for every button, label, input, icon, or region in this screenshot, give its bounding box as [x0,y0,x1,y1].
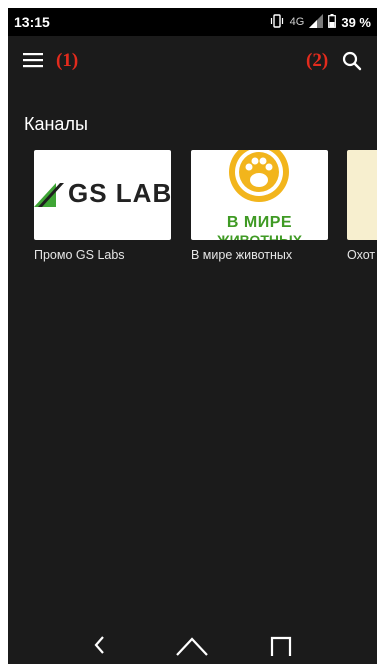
back-button[interactable] [92,634,108,661]
animals-logo-text-2: ЖИВОТНЫХ [216,232,303,240]
battery-icon [328,13,337,31]
battery-level: 39 % [341,14,371,30]
hamburger-icon [22,53,44,74]
search-marker-label: (2) [306,50,329,71]
channel-card-gs-labs[interactable]: GS LABS Промо GS Labs [34,150,171,262]
section-title: Каналы [24,114,88,134]
menu-marker-label: (1) [56,50,79,71]
channel-label: Охот [347,248,376,262]
home-icon [175,637,209,660]
status-indicators: 4G 39 % [269,13,371,31]
app-screen: 13:15 4G 39 % (1) (2) Каналы GS LAB Пром… [8,8,377,664]
status-time: 13:15 [14,14,50,30]
search-button[interactable] [341,50,365,74]
channel-card-animals[interactable]: В МИРЕ ЖИВОТНЫХ В мире животных [191,150,328,262]
channel-label: Промо GS Labs [34,248,125,262]
channel-thumbnail [347,150,377,240]
channel-card-hunting[interactable]: Охот [347,150,377,262]
recents-icon [270,636,292,660]
channel-thumbnail: GS LABS [34,150,171,240]
search-icon [341,51,363,76]
signal-icon [309,13,324,31]
vibrate-icon [269,13,285,31]
channels-carousel[interactable]: GS LABS Промо GS Labs [8,150,377,280]
network-type: 4G [289,16,305,28]
status-bar: 13:15 4G 39 % [8,8,377,36]
channel-label: В мире животных [191,248,293,262]
system-nav-bar [8,624,377,664]
animals-logo-text: В МИРЕ [226,214,293,231]
channel-thumbnail: В МИРЕ ЖИВОТНЫХ [191,150,328,240]
app-bar: (1) (2) [8,36,377,86]
recents-button[interactable] [270,634,292,661]
menu-button[interactable] [22,50,50,72]
gs-labs-logo-text: GS LABS [68,178,171,208]
back-icon [92,636,108,660]
home-button[interactable] [175,634,209,661]
